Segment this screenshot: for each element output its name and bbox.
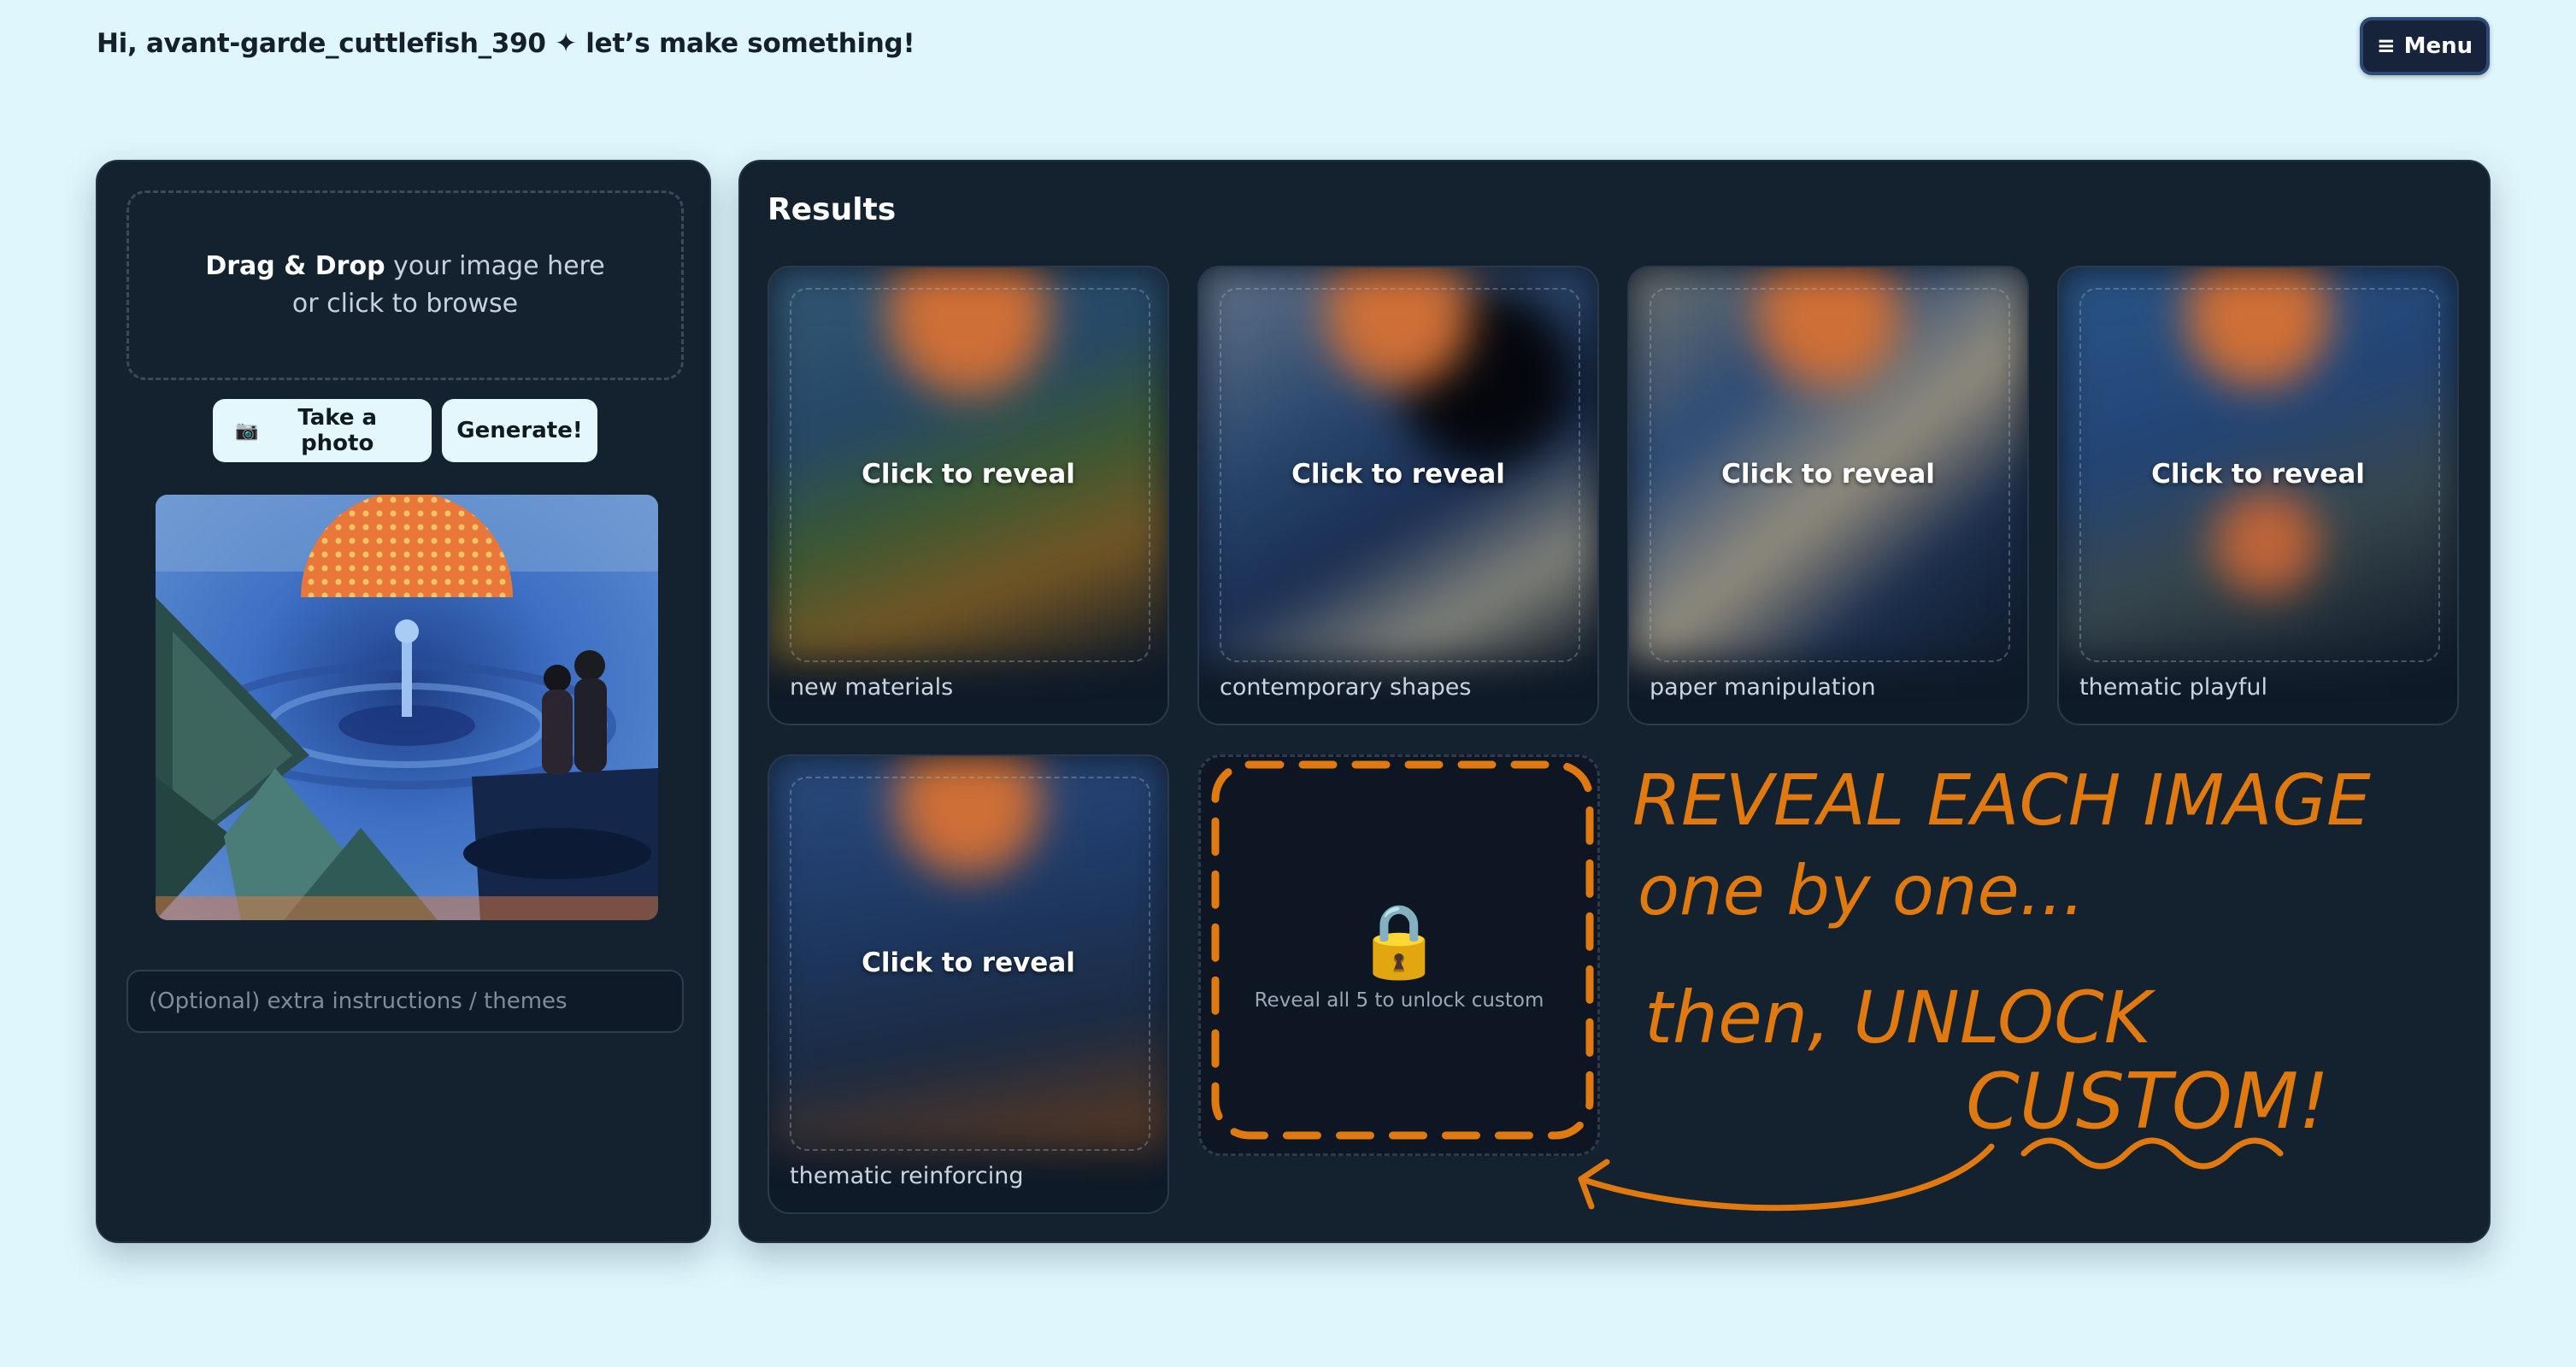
result-card-5[interactable]: Click to reveal thematic reinforcing	[768, 754, 1169, 1214]
menu-label: Menu	[2403, 33, 2473, 59]
dropzone-browse-text: or click to browse	[291, 289, 519, 319]
result-card-4[interactable]: Click to reveal thematic playful	[2057, 266, 2459, 725]
click-to-reveal-text: Click to reveal	[1721, 459, 1935, 490]
results-title: Results	[768, 192, 897, 227]
card-caption: thematic playful	[2079, 674, 2267, 701]
card-caption: thematic reinforcing	[790, 1163, 1024, 1189]
upload-panel: Drag & Drop your image here or click to …	[96, 160, 711, 1243]
click-to-reveal-text: Click to reveal	[862, 459, 1075, 490]
result-card-2[interactable]: Click to reveal contemporary shapes	[1197, 266, 1599, 725]
menu-button[interactable]: ≡ Menu	[2360, 17, 2490, 75]
dropzone-line-1: Drag & Drop your image here	[205, 248, 604, 285]
unlock-hint-text: Reveal all 5 to unlock custom	[1254, 989, 1544, 1012]
greeting-text: Hi, avant-garde_cuttlefish_390 ✦ let’s m…	[97, 28, 915, 59]
click-to-reveal-text: Click to reveal	[1291, 459, 1505, 490]
camera-icon: 📷	[235, 419, 259, 442]
dropzone-bold-text: Drag & Drop	[205, 251, 385, 281]
upload-actions: 📷 Take a photo Generate!	[126, 399, 684, 462]
card-caption: paper manipulation	[1650, 674, 1876, 701]
extra-instructions-placeholder: (Optional) extra instructions / themes	[149, 989, 568, 1014]
image-dropzone[interactable]: Drag & Drop your image here or click to …	[126, 191, 684, 380]
generate-label: Generate!	[456, 418, 583, 443]
dropzone-rest-text: your image here	[385, 251, 605, 281]
result-card-1[interactable]: Click to reveal new materials	[768, 266, 1169, 725]
hamburger-icon: ≡	[2376, 33, 2396, 59]
lock-icon: 🔒	[1354, 899, 1444, 983]
click-to-reveal-text: Click to reveal	[2151, 459, 2365, 490]
take-photo-label: Take a photo	[297, 405, 378, 456]
results-panel: Results Click to reveal new materials Cl…	[738, 160, 2491, 1243]
uploaded-image-preview	[156, 495, 658, 920]
card-caption: new materials	[790, 674, 954, 701]
result-card-3[interactable]: Click to reveal paper manipulation	[1627, 266, 2029, 725]
extra-instructions-input[interactable]: (Optional) extra instructions / themes	[126, 970, 684, 1033]
generate-button[interactable]: Generate!	[442, 399, 597, 462]
collage-image	[156, 495, 658, 920]
click-to-reveal-text: Click to reveal	[862, 948, 1075, 978]
card-caption: contemporary shapes	[1220, 674, 1472, 701]
locked-custom-card: 🔒 Reveal all 5 to unlock custom	[1198, 754, 1600, 1156]
take-photo-button[interactable]: 📷 Take a photo	[213, 399, 432, 462]
